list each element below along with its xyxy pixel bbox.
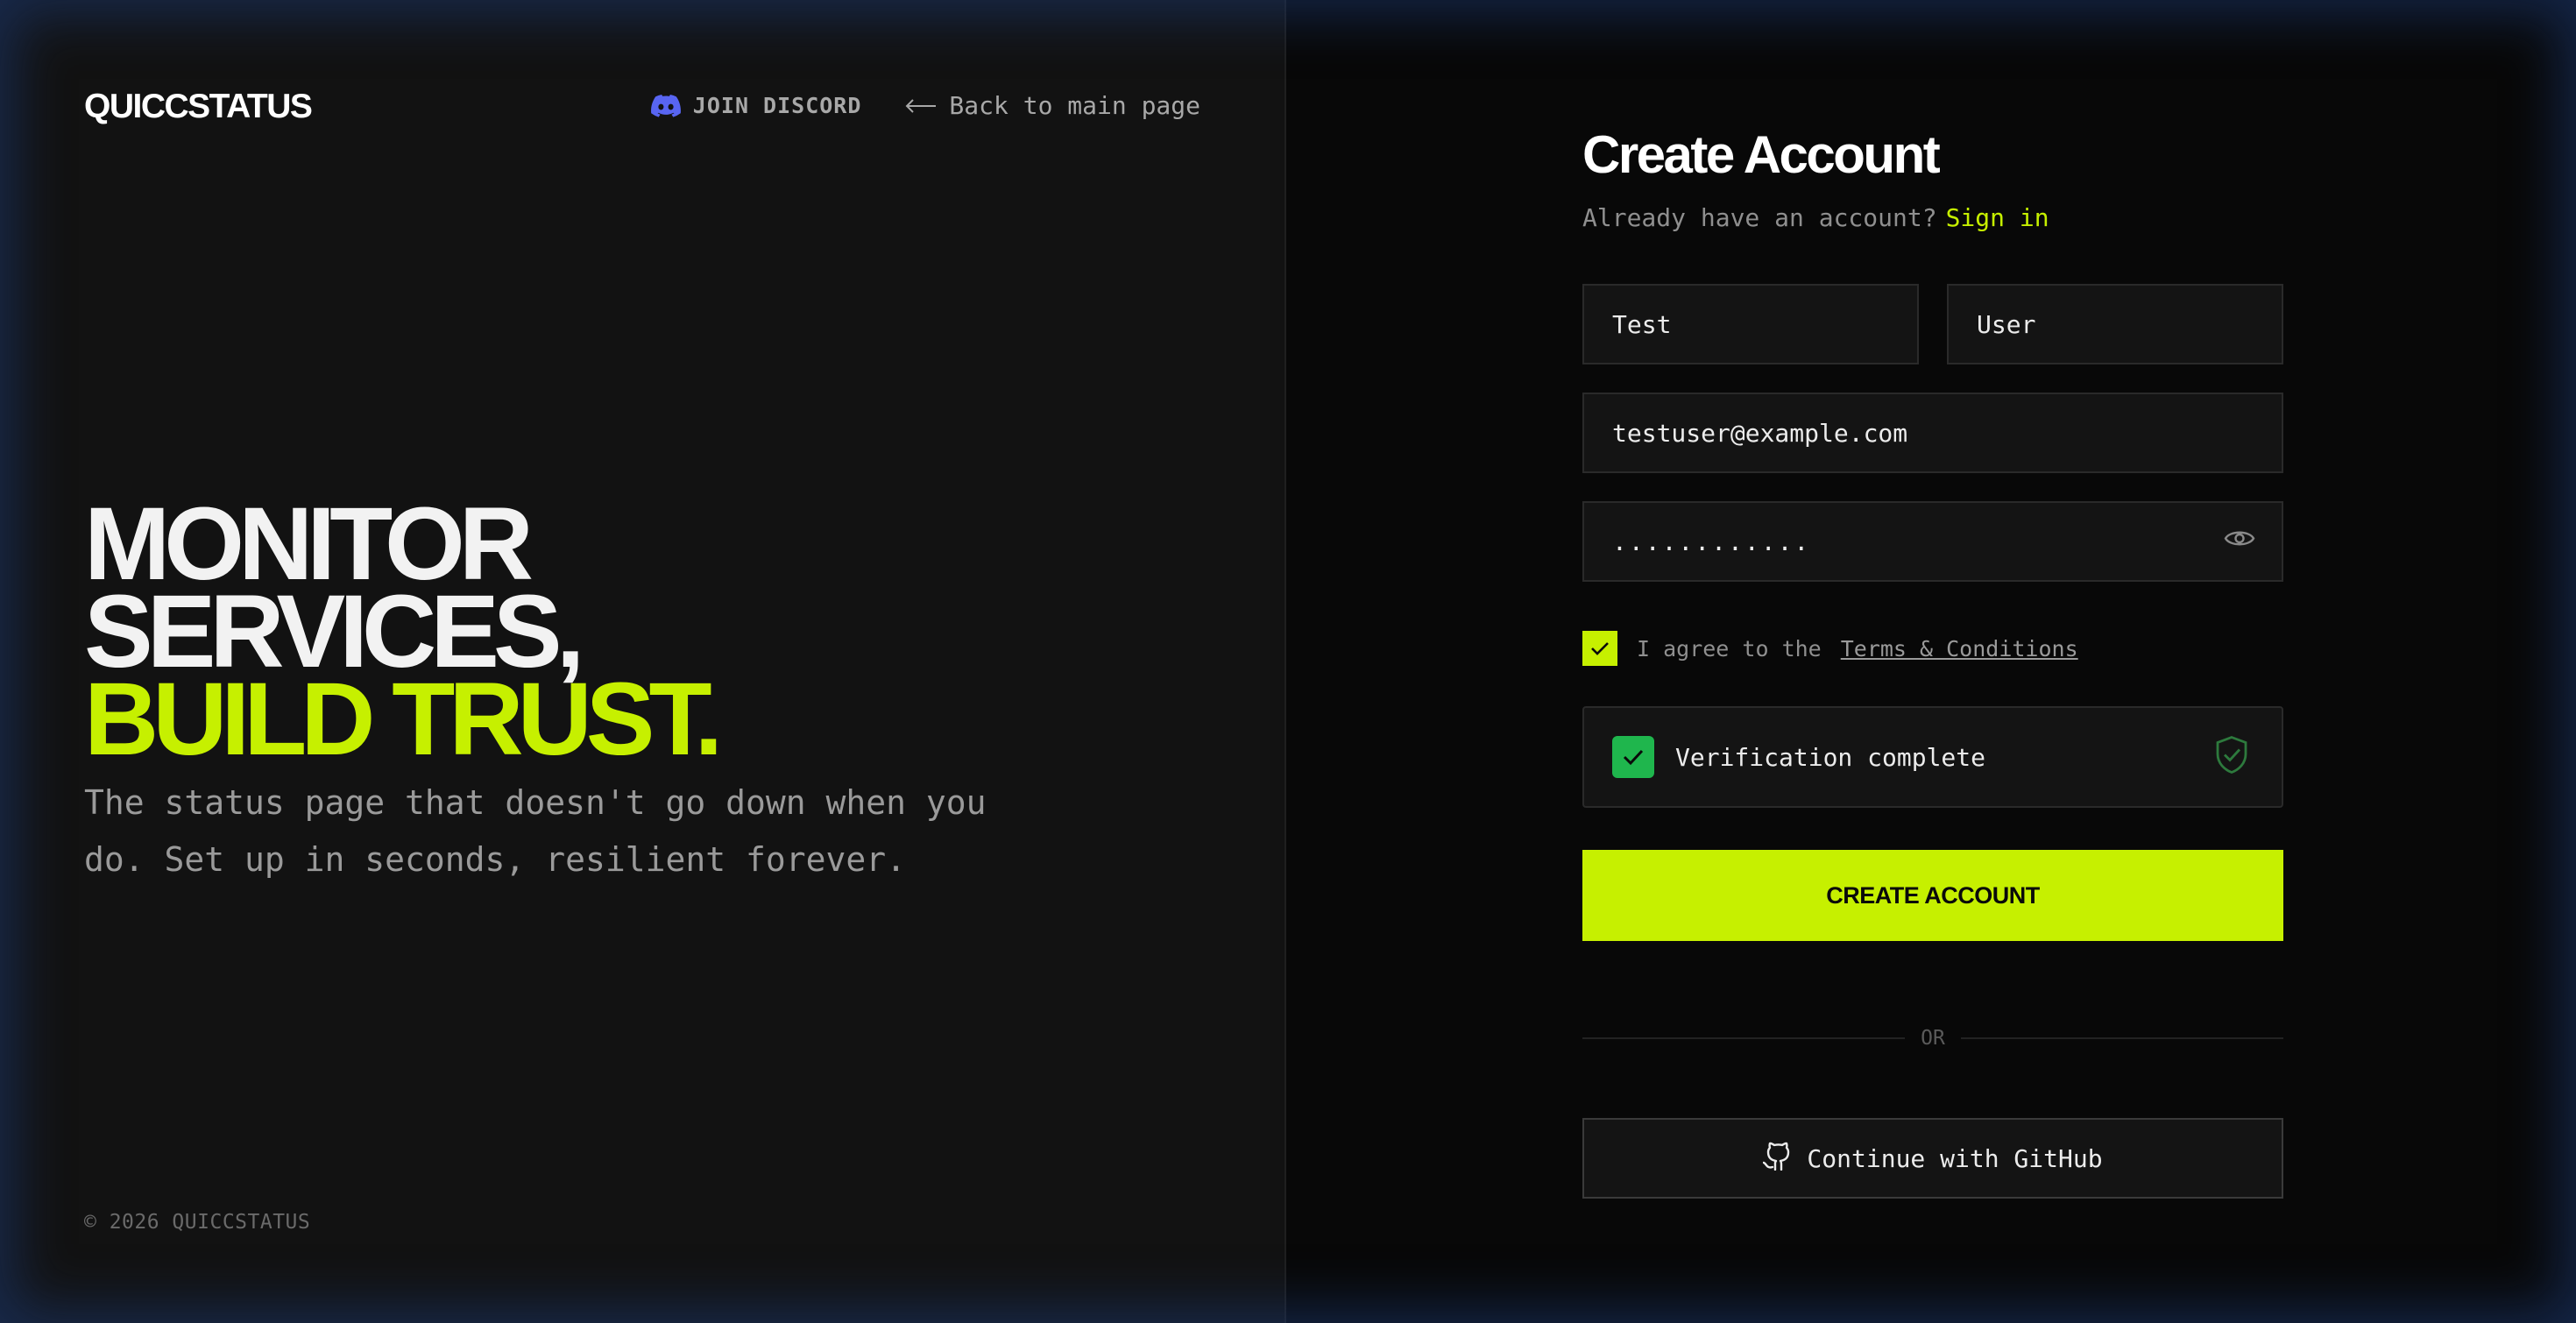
top-nav: JOIN DISCORD Back to main page [650,91,1200,120]
or-divider: OR [1582,1025,2284,1051]
arrow-left-icon [905,91,937,120]
github-button-label: Continue with GitHub [1807,1143,2103,1173]
hero-tagline: The status page that doesn't go down whe… [84,783,987,879]
checkmark-icon [1623,749,1644,766]
github-button[interactable]: Continue with GitHub [1582,1118,2283,1199]
first-name-value: Test [1612,309,1672,339]
eye-icon[interactable] [2224,527,2255,556]
verification-widget[interactable]: Verification complete [1582,706,2283,808]
shield-check-icon [2215,736,2248,779]
discord-icon [650,94,681,117]
back-to-main-label: Back to main page [949,91,1200,120]
have-account-text: Already have an account? [1582,203,1937,232]
headline-line-3: BUILD TRUST. [84,662,723,778]
last-name-field[interactable]: User [1947,284,2283,364]
checkmark-icon [1591,642,1609,655]
hero-panel: QUICCSTATUS JOIN DISCORD Back to main pa… [0,0,1286,1323]
last-name-value: User [1977,309,2036,339]
divider-label: OR [1921,1027,1945,1050]
form-title: Create Account [1582,125,1941,184]
sign-in-link[interactable]: Sign in [1946,203,2049,232]
brand-logo[interactable]: QUICCSTATUS [84,88,313,126]
name-row: Test User [1582,284,2283,364]
password-value: ............ [1612,527,1811,556]
verification-text: Verification complete [1675,742,1986,772]
email-field[interactable]: testuser@example.com [1582,393,2283,473]
form-panel: Create Account Already have an account? S… [1286,0,2576,1323]
create-account-form: Create Account Already have an account? S… [1582,123,2284,1199]
email-value: testuser@example.com [1612,418,1908,448]
create-account-button[interactable]: CREATE ACCOUNT [1582,850,2283,941]
copyright: © 2026 QUICCSTATUS [84,1211,311,1234]
verification-checkbox[interactable] [1612,736,1654,778]
signin-prompt: Already have an account? Sign in [1582,203,2283,235]
join-discord-label: JOIN DISCORD [692,93,862,118]
divider-rule-left [1582,1037,1906,1039]
divider-rule-right [1960,1037,2284,1039]
terms-prefix: I agree to the [1637,635,1822,662]
join-discord-link[interactable]: JOIN DISCORD [650,93,862,118]
terms-checkbox[interactable] [1582,631,1617,666]
hero-headline: MONITOR SERVICES, BUILD TRUST. [84,492,723,778]
signup-page: QUICCSTATUS JOIN DISCORD Back to main pa… [0,0,2576,1323]
first-name-field[interactable]: Test [1582,284,1919,364]
terms-row: I agree to the Terms & Conditions [1582,631,2283,666]
terms-link[interactable]: Terms & Conditions [1841,636,2078,662]
back-to-main-link[interactable]: Back to main page [905,91,1200,120]
password-field[interactable]: ............ [1582,501,2283,582]
github-icon [1763,1141,1791,1177]
